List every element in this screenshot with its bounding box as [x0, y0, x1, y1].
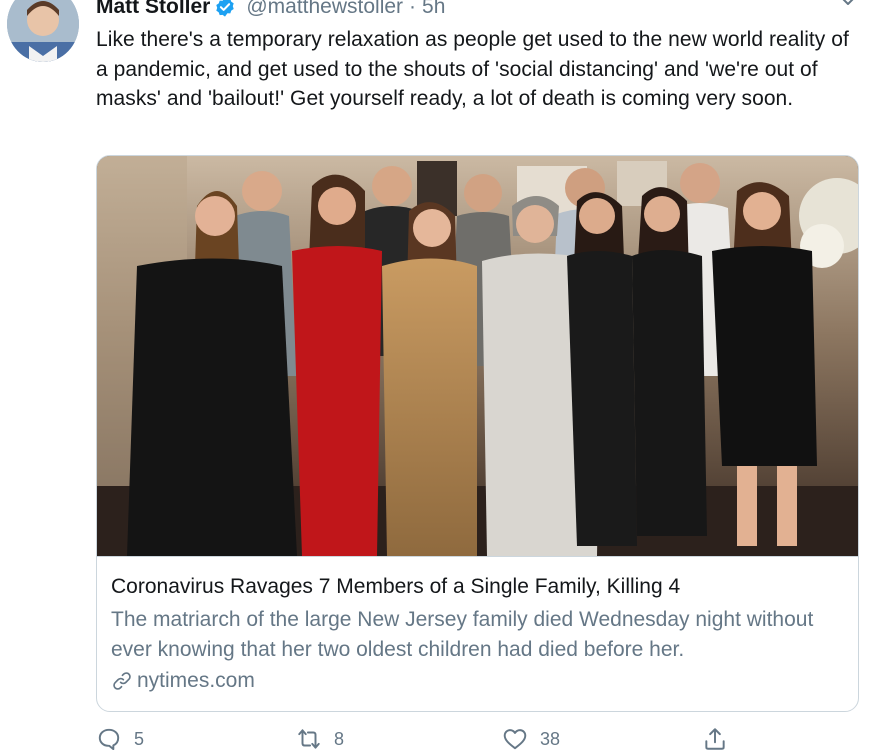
like-button[interactable]: 38 — [502, 726, 560, 750]
avatar-image — [7, 0, 79, 62]
verified-badge-icon — [214, 0, 236, 18]
retweet-count: 8 — [334, 728, 345, 749]
card-body: Coronavirus Ravages 7 Members of a Singl… — [97, 556, 858, 711]
author-handle[interactable]: @matthewstoller — [246, 0, 403, 19]
reply-button[interactable]: 5 — [96, 726, 144, 750]
retweet-button[interactable]: 8 — [296, 726, 344, 750]
share-icon — [705, 728, 725, 750]
card-domain-text: nytimes.com — [137, 669, 255, 692]
header-separator: · — [409, 0, 417, 18]
tweet-text: Like there's a temporary relaxation as p… — [96, 28, 849, 110]
author-avatar[interactable] — [7, 0, 79, 62]
card-title: Coronavirus Ravages 7 Members of a Singl… — [111, 575, 681, 598]
share-button[interactable] — [702, 726, 740, 750]
tweet-actions: 5 8 38 — [96, 726, 776, 750]
heart-icon — [503, 729, 527, 750]
chevron-down-icon[interactable] — [838, 0, 858, 10]
like-count: 38 — [540, 728, 561, 749]
card-description: The matriarch of the large New Jersey fa… — [111, 608, 814, 661]
retweet-icon — [298, 729, 320, 749]
link-card[interactable]: Coronavirus Ravages 7 Members of a Singl… — [96, 155, 859, 712]
tweet-timestamp[interactable]: 5h — [422, 0, 445, 19]
link-icon — [113, 672, 131, 690]
card-photo — [97, 156, 858, 556]
tweet-header: Matt Stoller @matthewstoller · 5h — [96, 0, 445, 20]
reply-icon — [98, 728, 120, 750]
reply-count: 5 — [134, 728, 145, 749]
card-domain: nytimes.com — [111, 669, 255, 693]
author-name[interactable]: Matt Stoller — [96, 0, 210, 19]
